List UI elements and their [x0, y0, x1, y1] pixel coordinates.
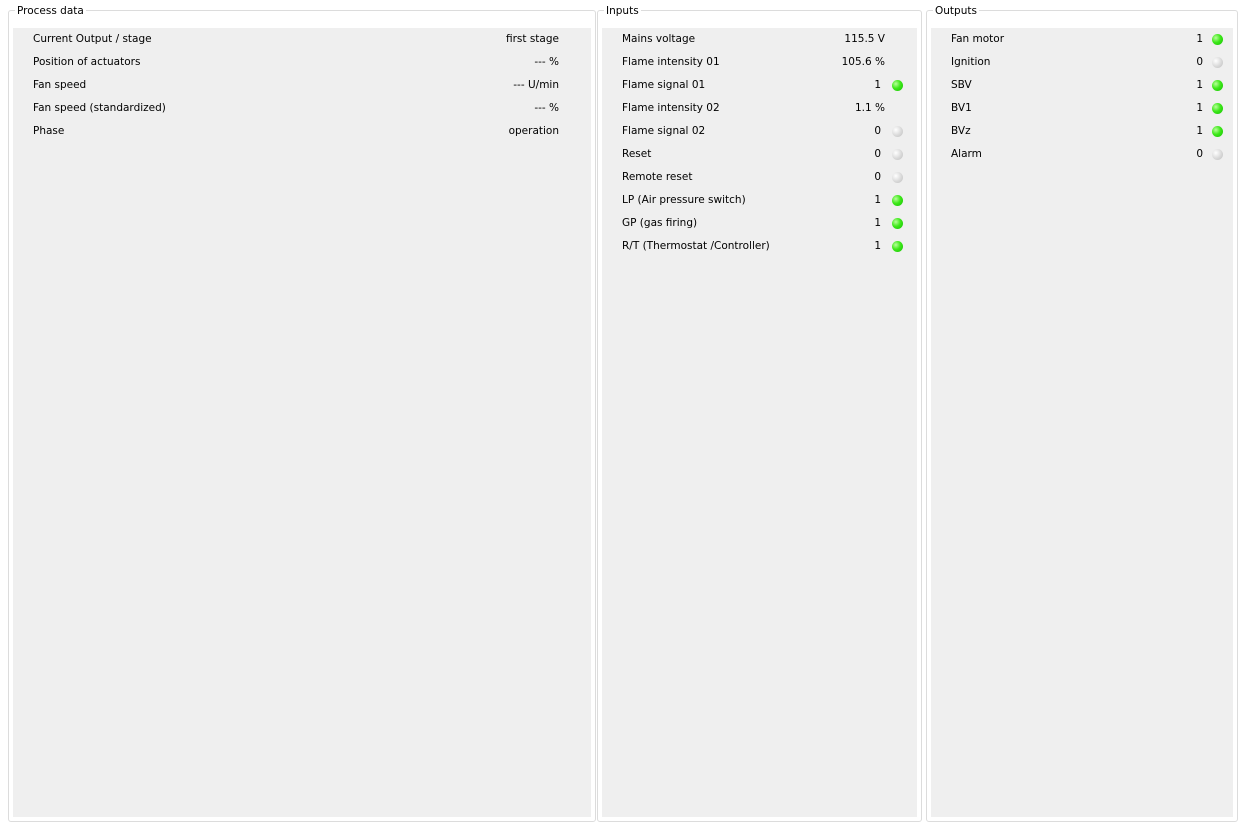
status-led-off-icon — [892, 126, 903, 137]
input-row-mains-voltage: Mains voltage 115.5 V — [602, 28, 917, 51]
process-data-group: Process data Current Output / stage firs… — [8, 5, 596, 822]
row-value: 0 — [1196, 56, 1203, 68]
process-row-fan-speed-standardized: Fan speed (standardized) --- % — [13, 97, 591, 120]
input-row-flame-signal-01: Flame signal 01 1 — [602, 74, 917, 97]
row-label: Flame signal 02 — [622, 125, 706, 137]
row-value: 0 — [1196, 148, 1203, 160]
status-led-on-icon — [1212, 80, 1223, 91]
row-value: --- % — [534, 102, 559, 114]
row-value: 0 — [874, 125, 881, 137]
status-led-on-icon — [1212, 34, 1223, 45]
row-label: Position of actuators — [33, 56, 141, 68]
row-label: Remote reset — [622, 171, 693, 183]
status-led-on-icon — [892, 80, 903, 91]
status-led-on-icon — [892, 218, 903, 229]
row-label: GP (gas firing) — [622, 217, 698, 229]
inputs-panel: Mains voltage 115.5 V Flame intensity 01… — [602, 28, 917, 817]
outputs-panel: Fan motor 1 Ignition 0 SBV 1 BV1 1 BVz 1… — [931, 28, 1233, 817]
row-label: Flame intensity 02 — [622, 102, 720, 114]
inputs-group: Inputs Mains voltage 115.5 V Flame inten… — [597, 5, 922, 822]
input-row-gp-gas-firing: GP (gas firing) 1 — [602, 212, 917, 235]
status-led-on-icon — [892, 241, 903, 252]
row-label: Flame signal 01 — [622, 79, 706, 91]
row-value: 1 — [874, 240, 881, 252]
row-value: 1.1 % — [854, 102, 885, 114]
output-row-bvz: BVz 1 — [931, 120, 1233, 143]
status-led-on-icon — [1212, 126, 1223, 137]
status-led-on-icon — [892, 195, 903, 206]
row-label: LP (Air pressure switch) — [622, 194, 746, 206]
row-value: 1 — [1196, 33, 1203, 45]
process-row-phase: Phase operation — [13, 120, 591, 143]
process-row-position-actuators: Position of actuators --- % — [13, 51, 591, 74]
row-value: 105.6 % — [841, 56, 885, 68]
output-row-sbv: SBV 1 — [931, 74, 1233, 97]
output-row-bv1: BV1 1 — [931, 97, 1233, 120]
row-value: operation — [508, 125, 559, 137]
row-label: Fan speed — [33, 79, 87, 91]
row-label: Ignition — [951, 56, 991, 68]
output-row-fan-motor: Fan motor 1 — [931, 28, 1233, 51]
row-value: --- % — [534, 56, 559, 68]
input-row-rt-thermostat: R/T (Thermostat /Controller) 1 — [602, 235, 917, 258]
process-data-title: Process data — [15, 5, 86, 17]
input-row-lp-air-pressure: LP (Air pressure switch) 1 — [602, 189, 917, 212]
row-value: 1 — [874, 217, 881, 229]
process-data-panel: Current Output / stage first stage Posit… — [13, 28, 591, 817]
row-label: BVz — [951, 125, 971, 137]
row-value: 0 — [874, 171, 881, 183]
process-row-fan-speed: Fan speed --- U/min — [13, 74, 591, 97]
row-value: 115.5 V — [844, 33, 885, 45]
outputs-group: Outputs Fan motor 1 Ignition 0 SBV 1 BV1… — [926, 5, 1238, 822]
input-row-reset: Reset 0 — [602, 143, 917, 166]
row-value: 1 — [1196, 79, 1203, 91]
row-label: SBV — [951, 79, 972, 91]
process-row-current-output: Current Output / stage first stage — [13, 28, 591, 51]
input-row-remote-reset: Remote reset 0 — [602, 166, 917, 189]
row-label: Fan motor — [951, 33, 1005, 45]
row-label: Fan speed (standardized) — [33, 102, 166, 114]
row-value: 1 — [874, 194, 881, 206]
status-led-off-icon — [1212, 57, 1223, 68]
row-label: BV1 — [951, 102, 972, 114]
row-label: Current Output / stage — [33, 33, 152, 45]
output-row-ignition: Ignition 0 — [931, 51, 1233, 74]
inputs-title: Inputs — [604, 5, 641, 17]
row-value: --- U/min — [513, 79, 559, 91]
row-label: Phase — [33, 125, 65, 137]
input-row-flame-signal-02: Flame signal 02 0 — [602, 120, 917, 143]
input-row-flame-intensity-01: Flame intensity 01 105.6 % — [602, 51, 917, 74]
status-led-on-icon — [1212, 103, 1223, 114]
row-value: 1 — [1196, 125, 1203, 137]
status-led-off-icon — [892, 149, 903, 160]
row-value: 1 — [874, 79, 881, 91]
input-row-flame-intensity-02: Flame intensity 02 1.1 % — [602, 97, 917, 120]
row-label: Reset — [622, 148, 652, 160]
output-row-alarm: Alarm 0 — [931, 143, 1233, 166]
row-value: 1 — [1196, 102, 1203, 114]
status-led-off-icon — [1212, 149, 1223, 160]
row-value: first stage — [505, 33, 559, 45]
row-label: Mains voltage — [622, 33, 696, 45]
outputs-title: Outputs — [933, 5, 979, 17]
row-label: R/T (Thermostat /Controller) — [622, 240, 770, 252]
status-led-off-icon — [892, 172, 903, 183]
row-value: 0 — [874, 148, 881, 160]
row-label: Flame intensity 01 — [622, 56, 720, 68]
row-label: Alarm — [951, 148, 982, 160]
